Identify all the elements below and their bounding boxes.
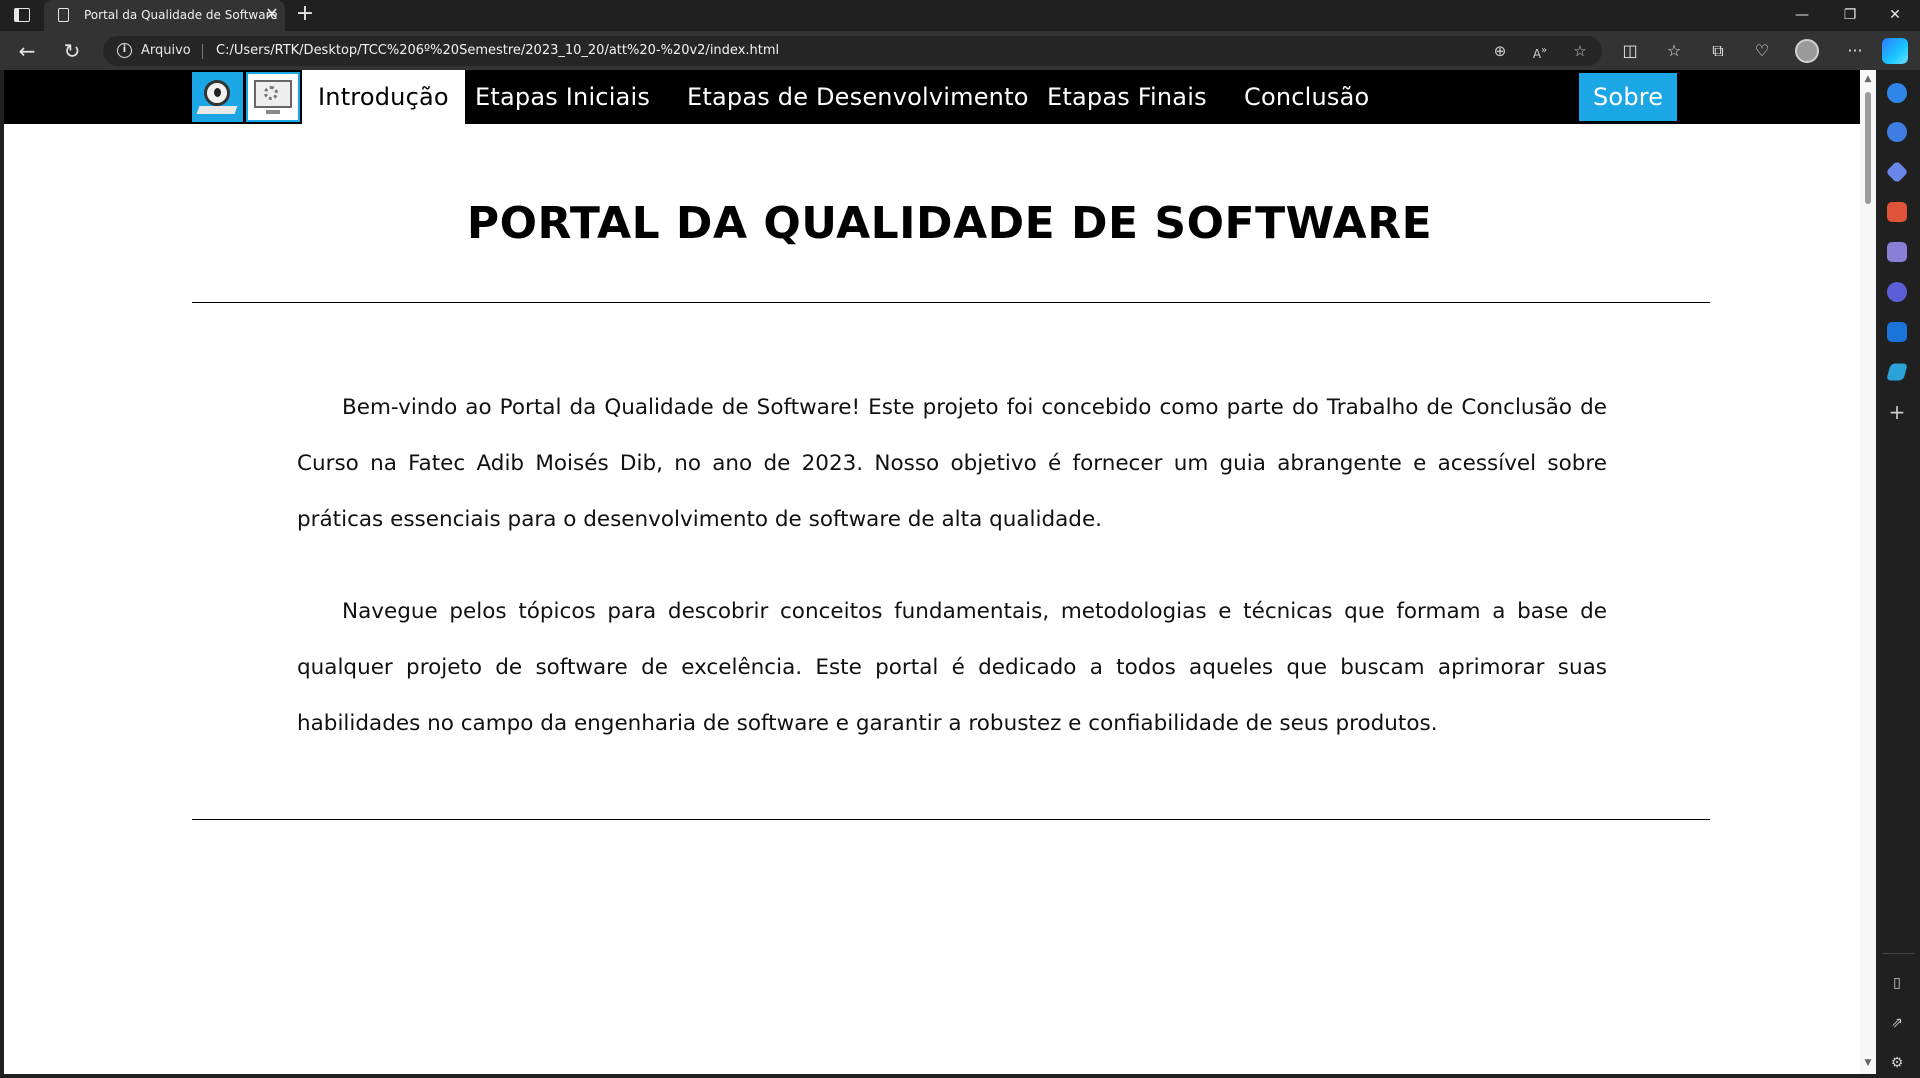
refresh-icon[interactable]: ↻ <box>60 39 84 63</box>
page-title: PORTAL DA QUALIDADE DE SOFTWARE <box>466 198 1433 249</box>
new-tab-icon[interactable]: + <box>294 3 316 25</box>
intro-paragraph-1: Bem-vindo ao Portal da Qualidade de Soft… <box>297 395 1607 532</box>
close-tab-icon[interactable]: ✕ <box>263 5 281 23</box>
settings-gear-icon[interactable]: ⚙ <box>1887 1053 1907 1073</box>
back-icon[interactable]: ← <box>15 39 39 63</box>
nav-link-etapas-desenvolvimento[interactable]: Etapas de Desenvolvimento <box>671 70 1045 124</box>
browser-toolbar: ← ↻ i Arquivo C:/Users/RTK/Desktop/TCC%2… <box>0 31 1920 70</box>
address-bar[interactable]: i Arquivo C:/Users/RTK/Desktop/TCC%206º%… <box>103 36 1602 66</box>
read-aloud-icon[interactable]: A» <box>1530 41 1550 61</box>
about-button[interactable]: Sobre <box>1579 73 1678 121</box>
divider-top <box>192 302 1710 303</box>
split-screen-icon[interactable]: ◫ <box>1618 39 1642 63</box>
close-window-icon[interactable]: ✕ <box>1883 4 1907 26</box>
add-sidebar-app-icon[interactable]: + <box>1887 402 1907 422</box>
info-icon[interactable]: i <box>117 43 132 58</box>
nav-link-conclusao[interactable]: Conclusão <box>1228 70 1385 124</box>
shopping-tag-icon[interactable] <box>1885 160 1909 184</box>
bell-icon[interactable] <box>1887 83 1907 103</box>
vertical-scrollbar[interactable]: ▲ ▼ <box>1860 70 1876 1074</box>
browser-sidebar: + ▯ ⇗ ⚙ <box>1876 70 1920 1078</box>
page-icon <box>58 8 69 22</box>
favorites-icon[interactable]: ☆ <box>1662 39 1686 63</box>
sidebar-divider <box>1882 953 1914 954</box>
divider-bottom <box>192 819 1710 820</box>
minimize-icon[interactable]: — <box>1790 4 1814 26</box>
nav-link-introducao[interactable]: Introdução <box>302 70 465 124</box>
restore-icon[interactable]: ❐ <box>1838 4 1862 26</box>
page-viewport: Introdução Etapas Iniciais Etapas de Des… <box>4 70 1860 1074</box>
outlook-icon[interactable] <box>1887 322 1907 342</box>
tab-title: Portal da Qualidade de Software <box>84 8 278 22</box>
nav-link-etapas-finais[interactable]: Etapas Finais <box>1031 70 1223 124</box>
portal-logo[interactable] <box>192 72 243 122</box>
url-text[interactable]: C:/Users/RTK/Desktop/TCC%206º%20Semestre… <box>216 43 779 58</box>
favorite-star-icon[interactable]: ☆ <box>1570 41 1590 61</box>
intro-paragraph-2: Navegue pelos tópicos para descobrir con… <box>297 599 1607 736</box>
site-navbar: Introdução Etapas Iniciais Etapas de Des… <box>4 70 1860 124</box>
scroll-up-icon[interactable]: ▲ <box>1863 74 1873 84</box>
copilot-sidebar-icon[interactable] <box>1887 282 1907 302</box>
search-icon[interactable] <box>1887 122 1907 142</box>
nav-link-etapas-iniciais[interactable]: Etapas Iniciais <box>459 70 666 124</box>
profile-avatar[interactable] <box>1795 39 1819 63</box>
browser-tab-bar: Portal da Qualidade de Software ✕ + — ❐ … <box>0 0 1920 31</box>
collections-icon[interactable]: ⧉ <box>1706 39 1730 63</box>
scrollbar-thumb[interactable] <box>1865 92 1871 204</box>
browser-essentials-icon[interactable]: ♡ <box>1750 39 1774 63</box>
address-separator <box>202 44 203 59</box>
browser-tab[interactable]: Portal da Qualidade de Software ✕ <box>44 0 285 31</box>
open-external-icon[interactable]: ⇗ <box>1887 1013 1907 1033</box>
fatec-logo[interactable] <box>246 72 300 122</box>
copilot-icon[interactable] <box>1882 38 1908 64</box>
send-icon[interactable] <box>1886 363 1908 381</box>
tab-actions-icon[interactable] <box>14 8 30 22</box>
games-icon[interactable] <box>1887 242 1907 262</box>
address-scheme: Arquivo <box>141 43 191 58</box>
sidebar-toggle-icon[interactable]: ▯ <box>1887 973 1907 993</box>
zoom-icon[interactable]: ⊕ <box>1490 41 1510 61</box>
more-menu-icon[interactable]: ··· <box>1843 39 1867 63</box>
tools-icon[interactable] <box>1887 202 1907 222</box>
scroll-down-icon[interactable]: ▼ <box>1863 1058 1873 1068</box>
